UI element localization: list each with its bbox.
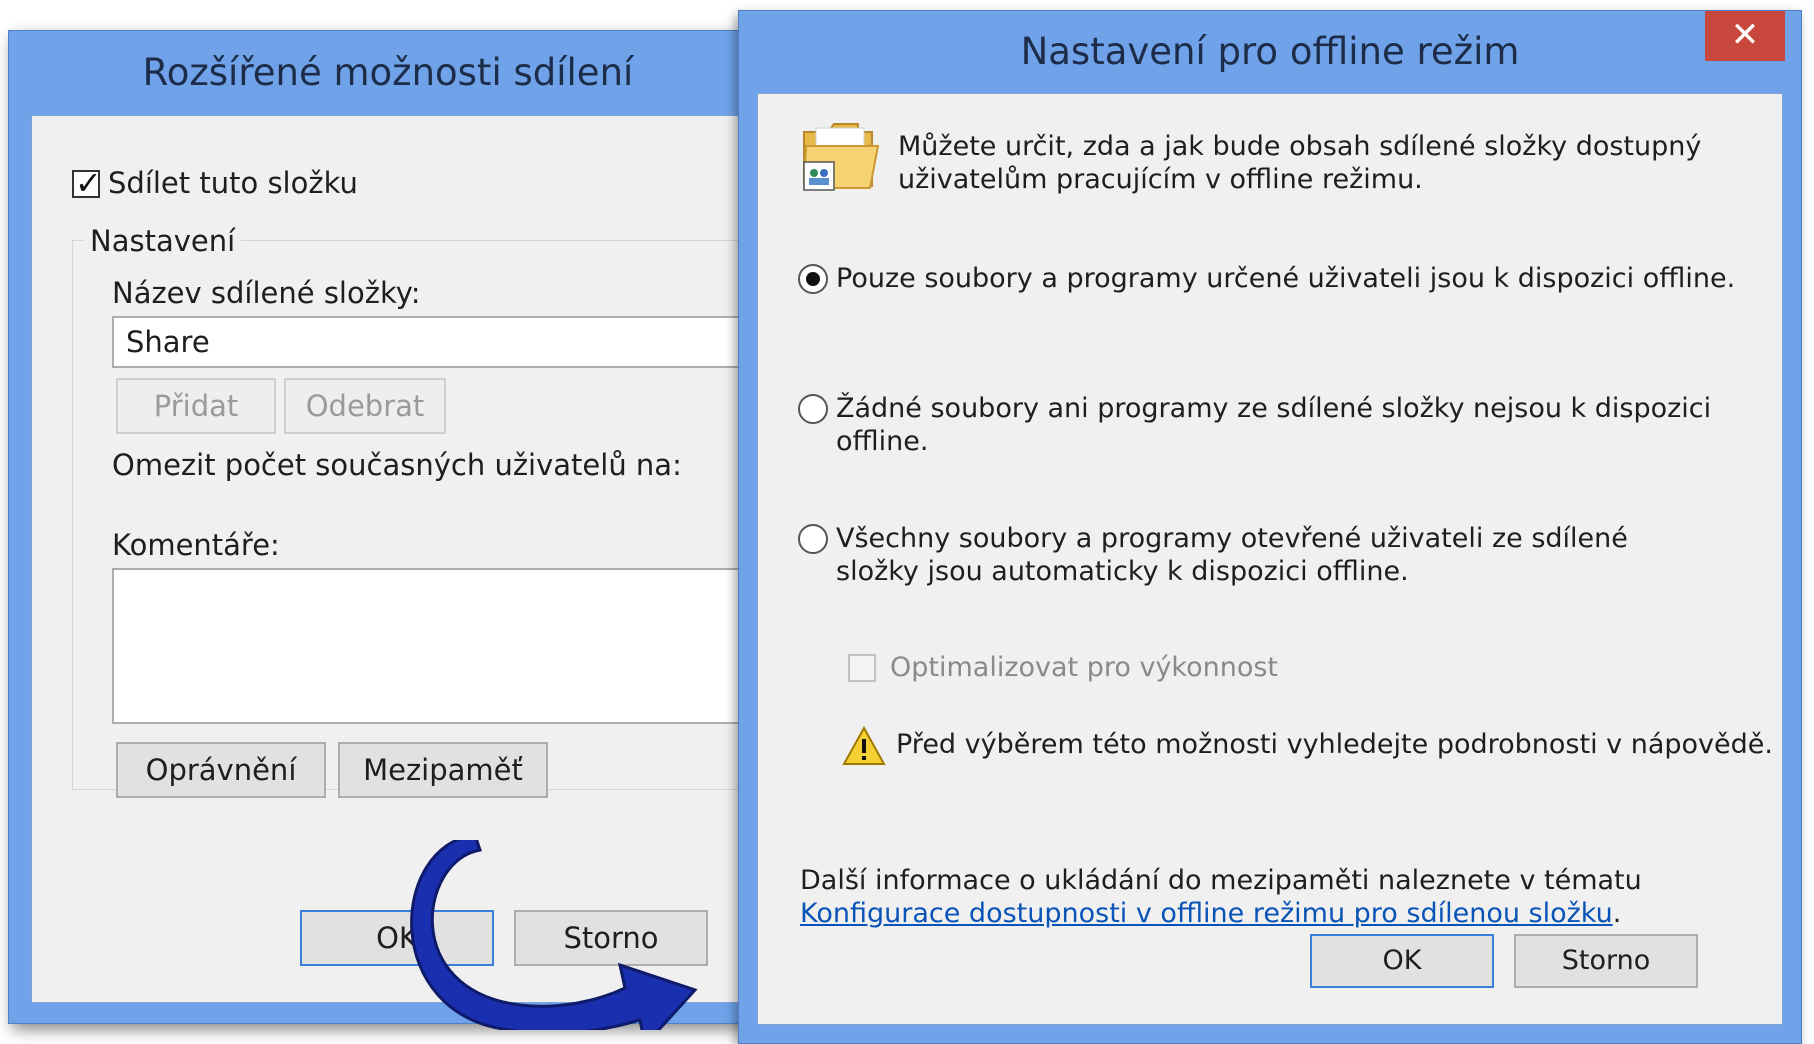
share-name-label: Název sdílené složky:: [112, 276, 421, 310]
caching-button[interactable]: Mezipaměť: [338, 742, 548, 798]
info-suffix: .: [1612, 898, 1622, 929]
offline-settings-dialog: Nastavení pro offline režim ✕ Můžete urč…: [738, 10, 1802, 1044]
shared-folder-icon: [802, 123, 880, 191]
offline-settings-title: Nastavení pro offline režim: [1020, 30, 1520, 73]
option-user-selected-label: Pouze soubory a programy určené uživatel…: [836, 263, 1736, 294]
option-none-radio[interactable]: [798, 394, 828, 424]
curved-arrow-icon: [410, 840, 698, 1030]
offline-availability-help-link[interactable]: Konfigurace dostupnosti v offline režimu…: [800, 898, 1613, 929]
settings-group-label: Nastavení: [84, 224, 242, 258]
option-all-radio[interactable]: [798, 524, 828, 554]
warning-text: Před výběrem této možnosti vyhledejte po…: [896, 729, 1773, 760]
option-user-selected-radio[interactable]: [798, 264, 828, 294]
advanced-sharing-title: Rozšířené možnosti sdílení: [142, 51, 634, 94]
info-text: Další informace o ukládání do mezipaměti…: [800, 865, 1642, 896]
front-ok-button[interactable]: OK: [1310, 934, 1494, 988]
comments-input[interactable]: [112, 568, 792, 724]
offline-settings-client-area: Můžete určit, zda a jak bude obsah sdíle…: [757, 93, 1783, 1025]
optimize-performance-checkbox[interactable]: [848, 654, 876, 682]
limit-users-label: Omezit počet současných uživatelů na:: [112, 448, 682, 482]
share-name-input[interactable]: Share: [112, 316, 792, 368]
option-none-label: Žádné soubory ani programy ze sdílené sl…: [836, 393, 1712, 457]
info-paragraph: Další informace o ukládání do mezipaměti…: [800, 864, 1720, 930]
share-folder-checkbox[interactable]: ✓: [72, 164, 102, 202]
front-cancel-button[interactable]: Storno: [1514, 934, 1698, 988]
remove-button[interactable]: Odebrat: [284, 378, 446, 434]
add-button[interactable]: Přidat: [116, 378, 276, 434]
checkmark-icon: ✓: [75, 164, 102, 202]
comments-label: Komentáře:: [112, 528, 280, 562]
offline-description: Můžete určit, zda a jak bude obsah sdíle…: [898, 131, 1702, 195]
permissions-button[interactable]: Oprávnění: [116, 742, 326, 798]
warning-icon: [842, 726, 886, 765]
share-folder-label: Sdílet tuto složku: [108, 166, 358, 200]
optimize-performance-label: Optimalizovat pro výkonnost: [890, 652, 1279, 683]
option-all-label: Všechny soubory a programy otevřené uživ…: [836, 523, 1628, 587]
close-icon[interactable]: ✕: [1705, 11, 1785, 61]
